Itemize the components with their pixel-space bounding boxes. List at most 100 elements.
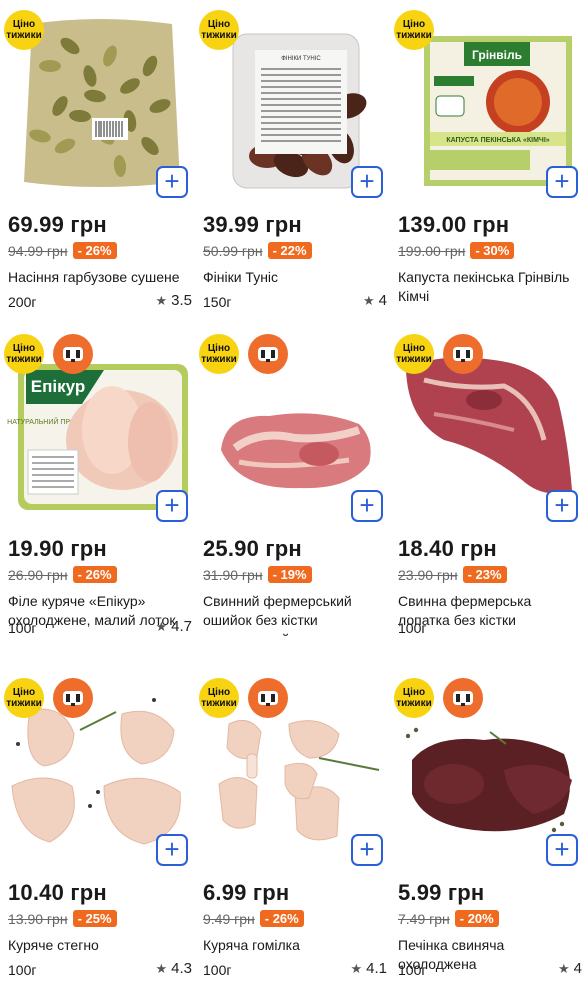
- old-price: 26.90 грн: [8, 566, 68, 583]
- discount-badge: - 26%: [259, 910, 304, 927]
- discount-badge: - 26%: [72, 566, 117, 583]
- rating: ★ 4.3: [155, 960, 192, 977]
- product-name[interactable]: Куряче стегно: [8, 936, 190, 955]
- star-icon: ★: [155, 961, 168, 976]
- svg-text:КАПУСТА ПЕКІНСЬКА «КІМЧІ»: КАПУСТА ПЕКІНСЬКА «КІМЧІ»: [446, 137, 549, 144]
- discount-row: 9.49 грн - 26%: [203, 910, 304, 927]
- rating: ★ 3.5: [155, 292, 192, 309]
- plus-icon[interactable]: +: [554, 166, 569, 196]
- price-promo-badge: Ціно тижики: [199, 678, 239, 718]
- price: 139.00 грн: [398, 212, 510, 237]
- old-price: 13.90 грн: [8, 910, 68, 927]
- add-to-cart-button[interactable]: +: [546, 490, 578, 522]
- plus-icon[interactable]: +: [359, 166, 374, 196]
- add-to-cart-button[interactable]: +: [546, 834, 578, 866]
- discount-row: 7.49 грн - 20%: [398, 910, 499, 927]
- old-price: 31.90 грн: [203, 566, 263, 583]
- star-icon: ★: [155, 293, 168, 308]
- product-card[interactable]: Грінвіль КАПУСТА ПЕКІНСЬКА «КІМЧІ» Ціно ти…: [394, 0, 582, 330]
- add-to-cart-button[interactable]: +: [351, 490, 383, 522]
- product-card[interactable]: Ціно тижики + 25.90 грн 31.90 грн - 19% С…: [199, 320, 387, 636]
- price-promo-badge: Ціно тижики: [4, 10, 44, 50]
- price: 5.99 грн: [398, 880, 485, 905]
- discount-row: 50.99 грн - 22%: [203, 242, 312, 259]
- product-name[interactable]: Капуста пекінська Грінвіль Кімчі: [398, 268, 580, 306]
- price-promo-badge: Ціно тижики: [4, 678, 44, 718]
- price: 19.90 грн: [8, 536, 107, 561]
- rating: ★ 4.1: [350, 960, 387, 977]
- old-price: 199.00 грн: [398, 242, 466, 259]
- rating: ★ 4: [558, 960, 582, 977]
- add-to-cart-button[interactable]: +: [156, 834, 188, 866]
- star-icon: ★: [363, 293, 375, 308]
- meat-face-icon: [53, 334, 93, 374]
- old-price: 23.90 грн: [398, 566, 458, 583]
- plus-icon[interactable]: +: [359, 490, 374, 520]
- add-to-cart-button[interactable]: +: [156, 490, 188, 522]
- plus-icon[interactable]: +: [554, 490, 569, 520]
- meat-face-icon: [248, 334, 288, 374]
- star-icon: ★: [155, 619, 168, 634]
- product-weight: 100г: [8, 620, 37, 636]
- discount-row: 94.99 грн - 26%: [8, 242, 117, 259]
- discount-row: 31.90 грн - 19%: [203, 566, 312, 583]
- discount-badge: - 25%: [72, 910, 117, 927]
- product-card[interactable]: Ціно тижики + 10.40 грн 13.90 грн - 25% К…: [4, 664, 192, 994]
- plus-icon[interactable]: +: [164, 490, 179, 520]
- product-name[interactable]: Насіння гарбузове сушене: [8, 268, 190, 287]
- product-name[interactable]: Свинний фермерський ошийок без кістки ох…: [203, 592, 385, 636]
- product-weight: 100г: [398, 620, 427, 636]
- dates-label-title: ФІНІКИ ТУНІС: [281, 56, 321, 62]
- discount-row: 199.00 грн - 30%: [398, 242, 515, 259]
- meat-face-icon: [53, 678, 93, 718]
- add-to-cart-button[interactable]: +: [351, 834, 383, 866]
- price-promo-badge: Ціно тижики: [394, 334, 434, 374]
- price: 10.40 грн: [8, 880, 107, 905]
- product-weight: 200г: [8, 294, 37, 310]
- old-price: 7.49 грн: [398, 910, 450, 927]
- plus-icon[interactable]: +: [359, 834, 374, 864]
- price-promo-badge: Ціно тижики: [199, 334, 239, 374]
- product-name[interactable]: Куряча гомілка: [203, 936, 385, 955]
- star-icon: ★: [350, 961, 363, 976]
- product-card[interactable]: Ціно тижики + 6.99 грн 9.49 грн - 26% Кур…: [199, 664, 387, 994]
- product-weight: 150г: [203, 294, 232, 310]
- product-weight: 100г: [398, 962, 427, 978]
- price: 6.99 грн: [203, 880, 290, 905]
- discount-row: 13.90 грн - 25%: [8, 910, 117, 927]
- product-card[interactable]: Епікур НАТУРАЛЬНИЙ ПРОДУКТ Ціно тижики + 1…: [4, 320, 192, 636]
- add-to-cart-button[interactable]: +: [546, 166, 578, 198]
- meat-face-icon: [443, 678, 483, 718]
- plus-icon[interactable]: +: [164, 834, 179, 864]
- discount-badge: - 20%: [454, 910, 499, 927]
- price: 18.40 грн: [398, 536, 497, 561]
- product-card[interactable]: Ціно тижики + 5.99 грн 7.49 грн - 20% Печ…: [394, 664, 582, 994]
- discount-badge: - 22%: [267, 242, 312, 259]
- product-card[interactable]: Ціно тижики + 69.99 грн 94.99 грн - 26% Н…: [4, 0, 192, 330]
- add-to-cart-button[interactable]: +: [351, 166, 383, 198]
- price-promo-badge: Ціно тижики: [4, 334, 44, 374]
- price-promo-badge: Ціно тижики: [394, 10, 434, 50]
- price: 39.99 грн: [203, 212, 302, 237]
- product-weight: 100г: [203, 962, 232, 978]
- meat-face-icon: [248, 678, 288, 718]
- plus-icon[interactable]: +: [164, 166, 179, 196]
- product-weight: 100г: [8, 962, 37, 978]
- svg-text:Епікур: Епікур: [31, 377, 85, 396]
- price-promo-badge: Ціно тижики: [394, 678, 434, 718]
- discount-badge: - 23%: [462, 566, 507, 583]
- product-card[interactable]: Ціно тижики + 18.40 грн 23.90 грн - 23% С…: [394, 320, 582, 636]
- discount-badge: - 30%: [470, 242, 515, 259]
- discount-badge: - 26%: [72, 242, 117, 259]
- old-price: 9.49 грн: [203, 910, 255, 927]
- svg-text:Грінвіль: Грінвіль: [472, 48, 522, 62]
- product-name[interactable]: Фініки Туніс: [203, 268, 385, 287]
- price-promo-badge: Ціно тижики: [199, 10, 239, 50]
- product-card[interactable]: ФІНІКИ ТУНІС Ціно тижики + 39.99 грн 50.9…: [199, 0, 387, 330]
- discount-row: 26.90 грн - 26%: [8, 566, 117, 583]
- plus-icon[interactable]: +: [554, 834, 569, 864]
- meat-face-icon: [443, 334, 483, 374]
- add-to-cart-button[interactable]: +: [156, 166, 188, 198]
- discount-badge: - 19%: [267, 566, 312, 583]
- price: 69.99 грн: [8, 212, 107, 237]
